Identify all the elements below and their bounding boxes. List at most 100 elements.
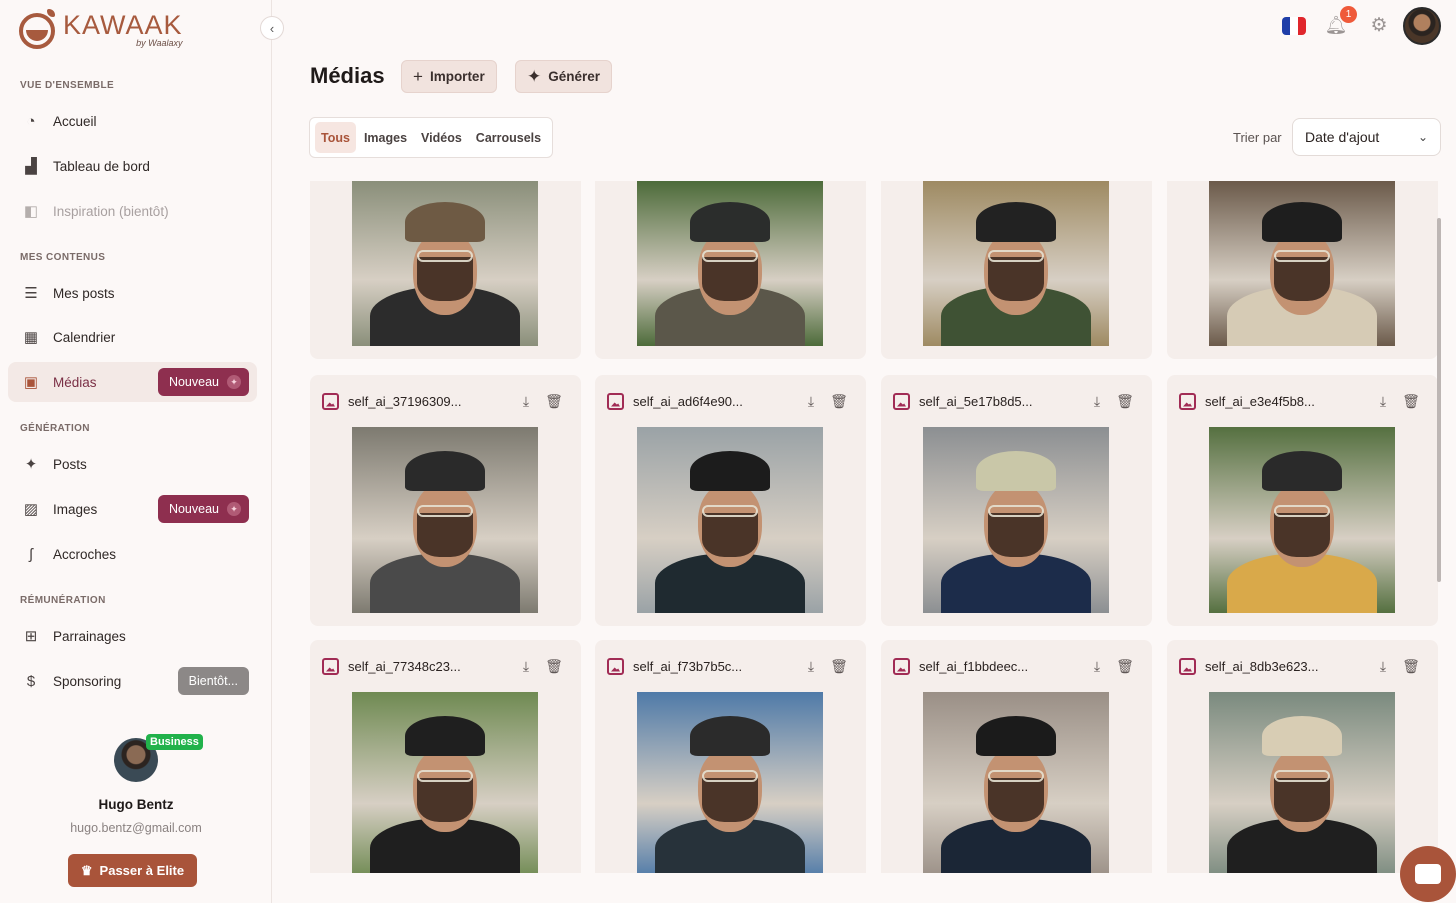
sidebar-item-label: Médias xyxy=(53,374,97,390)
media-file-name: self_ai_8db3e623... xyxy=(1205,658,1319,674)
trash-icon[interactable]: 🗑︎ xyxy=(830,657,848,675)
media-card-header: self_ai_37196309... ⤓ 🗑︎ xyxy=(322,391,563,411)
image-file-icon xyxy=(607,392,624,410)
collapse-sidebar-button[interactable]: ‹ xyxy=(260,16,284,40)
trash-icon[interactable]: 🗑︎ xyxy=(830,392,848,410)
tab-tous[interactable]: Tous xyxy=(315,122,356,153)
media-thumbnail[interactable] xyxy=(637,427,823,613)
generate-button[interactable]: ✦ Générer xyxy=(515,60,613,93)
image-file-icon xyxy=(1179,657,1196,675)
media-thumbnail[interactable] xyxy=(923,427,1109,613)
trash-icon[interactable]: 🗑︎ xyxy=(1116,657,1134,675)
image-file-icon xyxy=(607,657,624,675)
tab-images[interactable]: Images xyxy=(358,122,413,153)
chat-button[interactable] xyxy=(1400,846,1456,902)
media-card[interactable]: self_ai_8db3e623... ⤓ 🗑︎ xyxy=(1167,640,1438,873)
sidebar-item-mes-posts[interactable]: ☰ Mes posts xyxy=(8,273,257,313)
media-thumbnail[interactable] xyxy=(923,692,1109,873)
new-badge: Nouveau ✦ xyxy=(157,368,249,396)
media-card[interactable] xyxy=(595,181,866,359)
media-thumbnail[interactable] xyxy=(1209,181,1395,346)
media-thumbnail[interactable] xyxy=(352,692,538,873)
dollar-icon: $ xyxy=(26,672,36,690)
chevron-left-icon: ‹ xyxy=(269,20,275,36)
sidebar-item-posts[interactable]: ✦ Posts xyxy=(8,444,257,484)
language-flag-fr-icon[interactable] xyxy=(1282,17,1306,35)
tab-carrousels[interactable]: Carrousels xyxy=(470,122,547,153)
sidebar-item-inspiration: ◧ Inspiration (bientôt) xyxy=(8,191,257,231)
brand-logo[interactable]: KAWAAK by Waalaxy xyxy=(19,9,183,49)
media-card[interactable]: self_ai_f73b7b5c... ⤓ 🗑︎ xyxy=(595,640,866,873)
download-icon[interactable]: ⤓ xyxy=(517,657,535,675)
media-thumbnail[interactable] xyxy=(352,181,538,346)
import-label: Importer xyxy=(429,69,485,84)
sidebar-item-calendrier[interactable]: ▦ Calendrier xyxy=(8,317,257,357)
sidebar-item-parrainages[interactable]: ⊞ Parrainages xyxy=(8,616,257,656)
download-icon[interactable]: ⤓ xyxy=(802,392,820,410)
calendar-icon: ▦ xyxy=(23,329,39,346)
sidebar-item-accroches[interactable]: ʃ Accroches xyxy=(8,534,257,574)
media-thumbnail[interactable] xyxy=(352,427,538,613)
download-icon[interactable]: ⤓ xyxy=(1088,392,1106,410)
media-card[interactable]: self_ai_e3e4f5b8... ⤓ 🗑︎ xyxy=(1167,375,1438,626)
media-thumbnail[interactable] xyxy=(637,692,823,873)
image-file-icon xyxy=(893,657,910,675)
user-avatar[interactable] xyxy=(1403,7,1441,45)
media-card[interactable] xyxy=(1167,181,1438,359)
section-title-content: MES CONTENUS xyxy=(20,252,106,263)
sidebar-item-sponsoring[interactable]: $ Sponsoring Bientôt... xyxy=(8,661,257,701)
download-icon[interactable]: ⤓ xyxy=(517,392,535,410)
sparkles-icon: ✦ xyxy=(527,66,542,86)
download-icon[interactable]: ⤓ xyxy=(1374,392,1392,410)
media-thumbnail[interactable] xyxy=(1209,692,1395,873)
gauge-icon: ◔ xyxy=(26,112,36,130)
sort-select[interactable]: Date d'ajout ⌄ xyxy=(1292,118,1441,156)
download-icon[interactable]: ⤓ xyxy=(1374,657,1392,675)
media-card[interactable]: self_ai_ad6f4e90... ⤓ 🗑︎ xyxy=(595,375,866,626)
media-card-header: self_ai_e3e4f5b8... ⤓ 🗑︎ xyxy=(1179,391,1420,411)
list-icon: ☰ xyxy=(24,285,38,302)
trash-icon[interactable]: 🗑︎ xyxy=(545,657,563,675)
brand-name: KAWAAK xyxy=(63,10,183,40)
sidebar-item-images[interactable]: ▨ Images Nouveau ✦ xyxy=(8,489,257,529)
media-card[interactable]: self_ai_37196309... ⤓ 🗑︎ xyxy=(310,375,581,626)
download-icon[interactable]: ⤓ xyxy=(1088,657,1106,675)
upgrade-elite-button[interactable]: ♛ Passer à Elite xyxy=(68,854,197,887)
sidebar-item-label: Inspiration (bientôt) xyxy=(53,203,169,219)
media-card[interactable] xyxy=(310,181,581,359)
chevron-down-icon: ⌄ xyxy=(1417,130,1428,144)
media-thumbnail[interactable] xyxy=(1209,427,1395,613)
sidebar-item-label: Mes posts xyxy=(53,285,115,301)
media-card-header: self_ai_8db3e623... ⤓ 🗑︎ xyxy=(1179,656,1420,676)
sparkle-icon: ✦ xyxy=(227,502,241,516)
sidebar-item-label: Tableau de bord xyxy=(53,158,150,174)
import-button[interactable]: + Importer xyxy=(401,60,497,93)
sidebar-item-medias[interactable]: ▣ Médias Nouveau ✦ xyxy=(8,362,257,402)
plan-badge: Business xyxy=(146,734,203,750)
media-card[interactable]: self_ai_5e17b8d5... ⤓ 🗑︎ xyxy=(881,375,1152,626)
trash-icon[interactable]: 🗑︎ xyxy=(1116,392,1134,410)
scrollbar[interactable] xyxy=(1437,218,1441,582)
section-title-overview: VUE D'ENSEMBLE xyxy=(20,80,115,91)
trash-icon[interactable]: 🗑︎ xyxy=(1402,392,1420,410)
notification-count: 1 xyxy=(1340,6,1357,23)
media-thumbnail[interactable] xyxy=(923,181,1109,346)
media-card[interactable]: self_ai_77348c23... ⤓ 🗑︎ xyxy=(310,640,581,873)
image-file-icon xyxy=(1179,392,1196,410)
media-card[interactable] xyxy=(881,181,1152,359)
tab-videos[interactable]: Vidéos xyxy=(415,122,468,153)
sidebar-item-label: Parrainages xyxy=(53,628,126,644)
download-icon[interactable]: ⤓ xyxy=(802,657,820,675)
new-badge: Nouveau ✦ xyxy=(157,495,249,523)
image-sparkle-icon: ▨ xyxy=(23,501,39,518)
media-card[interactable]: self_ai_f1bbdeec... ⤓ 🗑︎ xyxy=(881,640,1152,873)
sidebar-item-tableau-de-bord[interactable]: ▟ Tableau de bord xyxy=(8,146,257,186)
badge-label: Nouveau xyxy=(168,502,219,516)
media-thumbnail[interactable] xyxy=(637,181,823,346)
trash-icon[interactable]: 🗑︎ xyxy=(1402,657,1420,675)
badge-label: Nouveau xyxy=(168,375,219,389)
sidebar-item-accueil[interactable]: ◔ Accueil xyxy=(8,101,257,141)
chart-icon: ▟ xyxy=(25,158,37,175)
gear-icon[interactable]: ⚙ xyxy=(1368,14,1390,36)
trash-icon[interactable]: 🗑︎ xyxy=(545,392,563,410)
